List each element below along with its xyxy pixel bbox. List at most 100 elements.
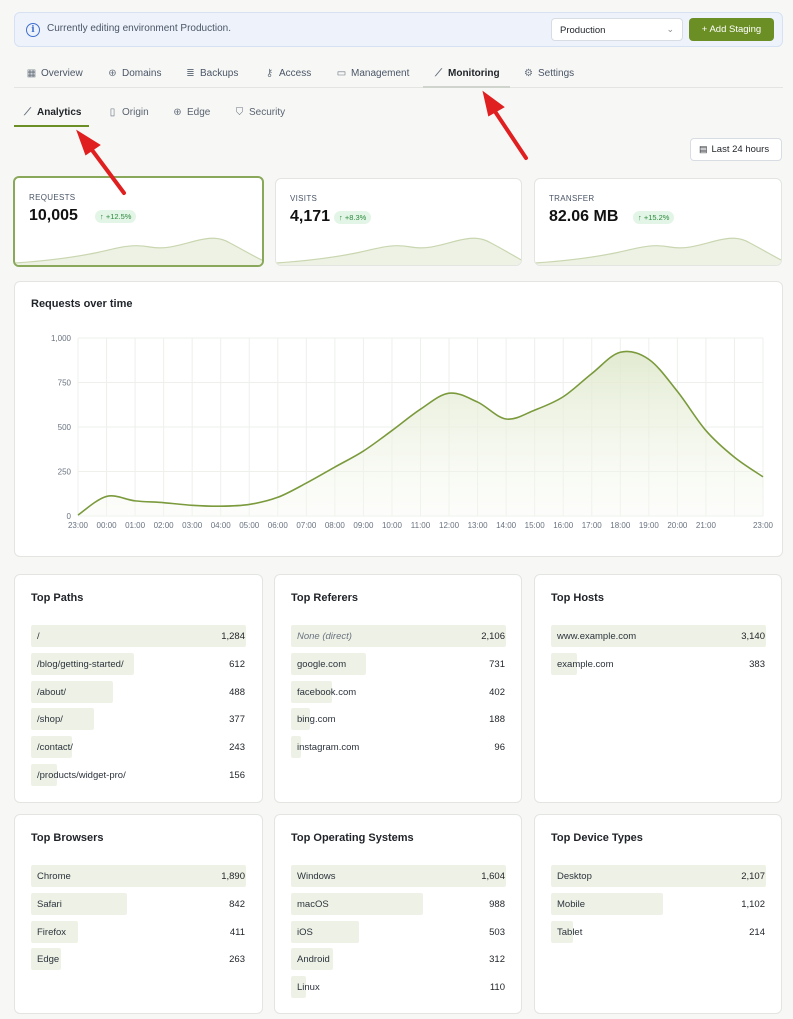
table-row: example.com 383 (551, 652, 766, 675)
row-label: instagram.com (297, 742, 360, 754)
table-title: Top Hosts (551, 592, 604, 604)
environment-select[interactable]: Production ⌄ (551, 18, 683, 41)
stat-card-visits[interactable]: VISITS 4,171 ↑ +8.3% (275, 178, 522, 266)
row-value: 383 (749, 658, 765, 670)
row-label: Android (297, 954, 330, 966)
top-browsers-card: Top Browsers Chrome 1,890 Safari 842 Firefox… (14, 814, 263, 1014)
stat-card-requests[interactable]: REQUESTS 10,005 ↑ +12.5% (13, 176, 264, 267)
tab-domains[interactable]: ⊕ Domains (107, 60, 161, 88)
chart-x-tick-label: 09:00 (353, 521, 374, 530)
globe-icon: ⊕ (108, 68, 117, 79)
row-label: iOS (297, 926, 313, 938)
row-value: 842 (229, 898, 245, 910)
shield-icon: ⛉ (235, 107, 244, 118)
row-label: Chrome (37, 871, 71, 882)
chart-x-tick-label: 15:00 (525, 521, 546, 530)
row-label: Linux (297, 982, 320, 994)
row-value: 214 (749, 926, 765, 938)
row-value: 377 (229, 714, 245, 726)
row-value: 612 (229, 658, 245, 670)
subtab-origin[interactable]: ▯ Origin (107, 101, 149, 127)
chart-x-tick-label: 03:00 (182, 521, 203, 530)
row-value: 96 (494, 742, 505, 754)
top-operating-systems-card: Top Operating Systems Windows 1,604 macOS 9… (274, 814, 522, 1014)
banner-message: Currently editing environment Production… (47, 23, 231, 34)
row-value: 156 (229, 770, 245, 781)
add-staging-button[interactable]: + Add Staging (689, 18, 774, 41)
chart-x-tick-label: 00:00 (97, 521, 118, 530)
environment-banner: i Currently editing environment Producti… (14, 12, 783, 47)
annotation-arrowhead-monitoring (482, 90, 505, 117)
chart-x-tick-label: 13:00 (468, 521, 489, 530)
chart-x-tick-label: 08:00 (325, 521, 346, 530)
subtab-analytics[interactable]: ⟋ Analytics (14, 101, 90, 127)
table-title: Top Operating Systems (291, 832, 414, 844)
chart-x-tick-label: 04:00 (211, 521, 232, 530)
chart-x-tick-label: 20:00 (667, 521, 688, 530)
row-label: www.example.com (557, 631, 637, 642)
chart-y-tick-label: 500 (58, 423, 72, 432)
top-paths-card: Top Paths / 1,284/blog/getting-started/61… (14, 574, 263, 803)
table-row: Android 312 (291, 948, 506, 971)
row-label: google.com (297, 658, 347, 670)
row-label: Tablet (557, 926, 583, 938)
row-label: Edge (37, 954, 60, 966)
row-value: 110 (489, 982, 505, 994)
table-row: None (direct) 2,106 (291, 625, 506, 647)
row-label: / (37, 631, 40, 642)
tab-management[interactable]: ▭ Management (336, 60, 410, 88)
time-range-button[interactable]: ▤ Last 24 hours (690, 138, 782, 161)
subtab-security[interactable]: ⛉ Security (234, 101, 285, 127)
tab-monitoring[interactable]: ⟋ Monitoring (423, 60, 510, 88)
tab-overview[interactable]: ▦ Overview (26, 60, 83, 88)
row-label: /contact/ (37, 742, 73, 754)
tab-settings[interactable]: ⚙ Settings (523, 60, 574, 88)
chart-x-tick-label: 21:00 (696, 521, 717, 530)
table-row: iOS 503 (291, 920, 506, 943)
table-row: Tablet 214 (551, 920, 766, 943)
table-row: Chrome 1,890 (31, 865, 246, 887)
gear-icon: ⚙ (524, 68, 533, 79)
stat-label: VISITS (290, 194, 318, 203)
chart-x-tick-label: 07:00 (296, 521, 317, 530)
sparkline (276, 237, 521, 265)
row-label: Safari (37, 898, 62, 910)
table-row: /products/widget-pro/156 (31, 764, 246, 786)
row-label: /products/widget-pro/ (37, 770, 126, 781)
folder-icon: ▭ (336, 68, 347, 79)
row-value: 488 (229, 686, 245, 698)
row-label: macOS (297, 898, 329, 910)
chart-x-tick-label: 17:00 (582, 521, 603, 530)
row-label: Mobile (557, 898, 585, 910)
chart-x-tick-label: 19:00 (639, 521, 660, 530)
tab-access[interactable]: ⚷ Access (264, 60, 311, 88)
info-icon: i (26, 23, 40, 37)
stat-card-transfer[interactable]: TRANSFER 82.06 MB ↑ +15.2% (534, 178, 782, 266)
row-label: facebook.com (297, 686, 357, 698)
table-title: Top Referers (291, 592, 359, 604)
tab-backups[interactable]: ≣ Backups (185, 60, 238, 88)
chart-x-tick-label: 23:00 (753, 521, 774, 530)
subtab-edge[interactable]: ⊕ Edge (172, 101, 210, 127)
row-value: 2,106 (481, 631, 505, 642)
row-value: 503 (489, 926, 505, 938)
grid-icon: ▦ (26, 68, 37, 79)
table-row: bing.com 188 (291, 708, 506, 731)
table-row: google.com 731 (291, 652, 506, 675)
row-value: 1,890 (221, 871, 245, 882)
chevron-down-icon: ⌄ (666, 24, 674, 34)
stat-label: TRANSFER (549, 194, 595, 203)
stat-change-badge: ↑ +15.2% (633, 211, 675, 224)
table-title: Top Paths (31, 592, 84, 604)
row-value: 243 (229, 742, 245, 754)
chart-x-tick-label: 23:00 (68, 521, 89, 530)
chart-x-tick-label: 14:00 (496, 521, 517, 530)
table-row: Mobile 1,102 (551, 892, 766, 915)
table-row: Firefox 411 (31, 920, 246, 943)
chart-x-tick-label: 18:00 (610, 521, 631, 530)
chart-x-tick-label: 11:00 (411, 521, 431, 530)
row-value: 3,140 (741, 631, 765, 642)
row-label: bing.com (297, 714, 336, 726)
row-value: 1,284 (221, 631, 245, 642)
sparkline (535, 237, 781, 265)
